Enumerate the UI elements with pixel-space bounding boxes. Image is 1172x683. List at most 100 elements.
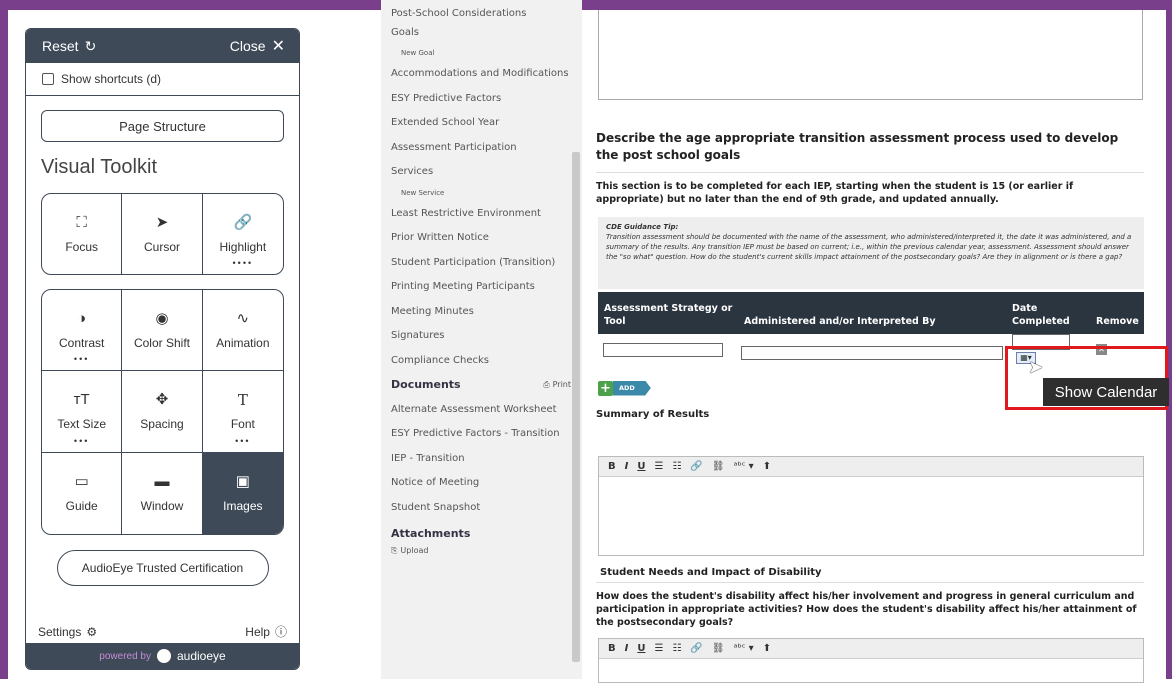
doc-alternate-assessment[interactable]: Alternate Assessment Worksheet xyxy=(391,397,571,422)
summary-of-results-label: Summary of Results xyxy=(596,409,710,420)
color-shift-tool[interactable]: ◉ Color Shift xyxy=(122,290,203,372)
previous-text-area[interactable] xyxy=(598,10,1143,100)
italic-button[interactable]: I xyxy=(625,461,629,472)
nav-item-printing-participants[interactable]: Printing Meeting Participants xyxy=(391,275,571,300)
italic-button[interactable]: I xyxy=(625,643,629,654)
plus-icon: + xyxy=(598,380,613,396)
paste-icon[interactable]: ⬆ xyxy=(763,461,771,472)
guide-label: Guide xyxy=(65,499,98,514)
unlink-icon[interactable]: ⛓ xyxy=(712,461,725,472)
spellcheck-icon[interactable]: ᵃᵇᶜ ▾ xyxy=(734,461,754,472)
paste-icon[interactable]: ⬆ xyxy=(763,643,771,654)
nav-item-accommodations[interactable]: Accommodations and Modifications xyxy=(391,62,571,87)
print-label: Print xyxy=(552,380,571,390)
nav-item-extended-school-year[interactable]: Extended School Year xyxy=(391,111,571,136)
highlight-label: Highlight xyxy=(219,240,267,254)
help-button[interactable]: Help ⓘ xyxy=(245,623,287,640)
guide-icon: ▭ xyxy=(74,473,89,491)
window-tool[interactable]: ▬ Window xyxy=(122,452,203,534)
section-instructions: This section is to be completed for each… xyxy=(596,181,1074,205)
window-label: Window xyxy=(140,499,184,514)
mouse-pointer-icon: ➤ xyxy=(1028,357,1044,378)
images-icon: ▣ xyxy=(235,473,250,491)
nav-item-prior-written-notice[interactable]: Prior Written Notice xyxy=(391,226,571,251)
link-icon: 🔗 xyxy=(233,214,253,231)
toolkit-tools-grid: ◑ Contrast ••• ◉ Color Shift ∿ Animation… xyxy=(41,289,284,535)
powered-by-label: powered by xyxy=(99,650,151,662)
upload-link[interactable]: ⎘ Upload xyxy=(391,544,571,558)
link-icon[interactable]: 🔗 xyxy=(690,461,702,472)
spellcheck-icon[interactable]: ᵃᵇᶜ ▾ xyxy=(734,643,754,654)
show-calendar-tooltip: Show Calendar xyxy=(1043,378,1169,406)
trusted-certification-button[interactable]: AudioEye Trusted Certification xyxy=(56,550,269,586)
upload-label: Upload xyxy=(400,546,429,555)
help-label: Help xyxy=(245,624,270,639)
show-shortcuts-toggle[interactable]: Show shortcuts (d) xyxy=(26,63,299,95)
documents-heading-label: Documents xyxy=(391,378,461,392)
nav-item-meeting-minutes[interactable]: Meeting Minutes xyxy=(391,299,571,324)
contrast-label: Contrast xyxy=(58,336,105,351)
powered-by-bar[interactable]: powered by audioeye xyxy=(26,643,299,669)
nav-item-services[interactable]: Services xyxy=(391,160,571,185)
unlink-icon[interactable]: ⛓ xyxy=(712,643,725,654)
focus-tool[interactable]: ⛶ Focus xyxy=(42,194,123,274)
spacing-label: Spacing xyxy=(140,417,184,432)
underline-button[interactable]: U xyxy=(637,461,645,472)
highlight-tool[interactable]: 🔗 Highlight •••• xyxy=(203,194,283,274)
images-tool[interactable]: ▣ Images xyxy=(202,452,283,534)
guide-tool[interactable]: ▭ Guide xyxy=(42,452,123,534)
doc-notice-of-meeting[interactable]: Notice of Meeting xyxy=(391,471,571,496)
spacing-tool[interactable]: ✥ Spacing xyxy=(122,371,203,453)
animation-tool[interactable]: ∿ Animation xyxy=(202,290,283,372)
cursor-tool[interactable]: ➤ Cursor xyxy=(122,194,203,274)
administered-by-input[interactable] xyxy=(741,346,1003,360)
animation-icon: ∿ xyxy=(236,310,250,328)
numbered-list-icon[interactable]: ☷ xyxy=(672,461,681,472)
col-strategy-header: Assessment Strategy or Tool xyxy=(604,303,733,327)
numbered-list-icon[interactable]: ☷ xyxy=(672,643,681,654)
bullet-list-icon[interactable]: ☰ xyxy=(654,461,663,472)
nav-item-student-participation[interactable]: Student Participation (Transition) xyxy=(391,250,571,275)
reset-icon: ↻ xyxy=(84,37,97,54)
contrast-tool[interactable]: ◑ Contrast ••• xyxy=(42,290,123,372)
nav-item-esy-factors[interactable]: ESY Predictive Factors xyxy=(391,86,571,111)
nav-item-compliance-checks[interactable]: Compliance Checks xyxy=(391,348,571,373)
bold-button[interactable]: B xyxy=(608,461,616,472)
show-shortcuts-label: Show shortcuts (d) xyxy=(61,72,162,86)
page-structure-button[interactable]: Page Structure xyxy=(41,110,284,142)
nav-scrollbar[interactable] xyxy=(572,152,580,662)
link-icon[interactable]: 🔗 xyxy=(690,643,702,654)
summary-results-editor[interactable]: B I U ☰ ☷ 🔗 ⛓ ᵃᵇᶜ ▾ ⬆ xyxy=(598,456,1144,556)
bullet-list-icon[interactable]: ☰ xyxy=(654,643,663,654)
doc-student-snapshot[interactable]: Student Snapshot xyxy=(391,495,571,520)
add-assessment-button[interactable]: + ADD xyxy=(598,379,651,397)
text-size-tool[interactable]: ᴛT Text Size ••• xyxy=(42,371,123,453)
spacing-icon: ✥ xyxy=(155,391,169,409)
reset-button[interactable]: Reset ↻ xyxy=(42,38,96,55)
toolkit-header: Reset ↻ Close ✕ xyxy=(26,29,299,63)
bold-button[interactable]: B xyxy=(608,643,616,654)
close-button[interactable]: Close ✕ xyxy=(230,36,285,56)
nav-item-post-school[interactable]: Post-School Considerations xyxy=(391,6,571,20)
nav-sub-new-service[interactable]: New Service xyxy=(391,184,571,201)
guidance-text: Transition assessment should be document… xyxy=(606,233,1132,261)
gear-icon: ⚙ xyxy=(86,624,98,639)
font-tool[interactable]: T Font ••• xyxy=(202,371,283,453)
close-icon: ✕ xyxy=(271,38,285,55)
printer-icon: ⎙ xyxy=(543,379,550,389)
show-shortcuts-checkbox[interactable] xyxy=(42,73,54,85)
print-button[interactable]: ⎙ Print xyxy=(543,380,571,390)
nav-sub-new-goal[interactable]: New Goal xyxy=(391,45,571,62)
nav-item-lre[interactable]: Least Restrictive Environment xyxy=(391,201,571,226)
underline-button[interactable]: U xyxy=(637,643,645,654)
nav-item-assessment-participation[interactable]: Assessment Participation xyxy=(391,135,571,160)
doc-esy-transition[interactable]: ESY Predictive Factors - Transition xyxy=(391,422,571,447)
settings-button[interactable]: Settings ⚙ xyxy=(38,623,97,640)
disability-impact-editor[interactable]: B I U ☰ ☷ 🔗 ⛓ ᵃᵇᶜ ▾ ⬆ xyxy=(598,638,1144,683)
assessment-table-header: Assessment Strategy or Tool Administered… xyxy=(598,292,1144,334)
close-label: Close xyxy=(229,38,266,54)
doc-iep-transition[interactable]: IEP - Transition xyxy=(391,446,571,471)
assessment-strategy-input[interactable] xyxy=(603,343,723,357)
nav-item-signatures[interactable]: Signatures xyxy=(391,324,571,349)
nav-item-goals[interactable]: Goals xyxy=(391,20,571,45)
